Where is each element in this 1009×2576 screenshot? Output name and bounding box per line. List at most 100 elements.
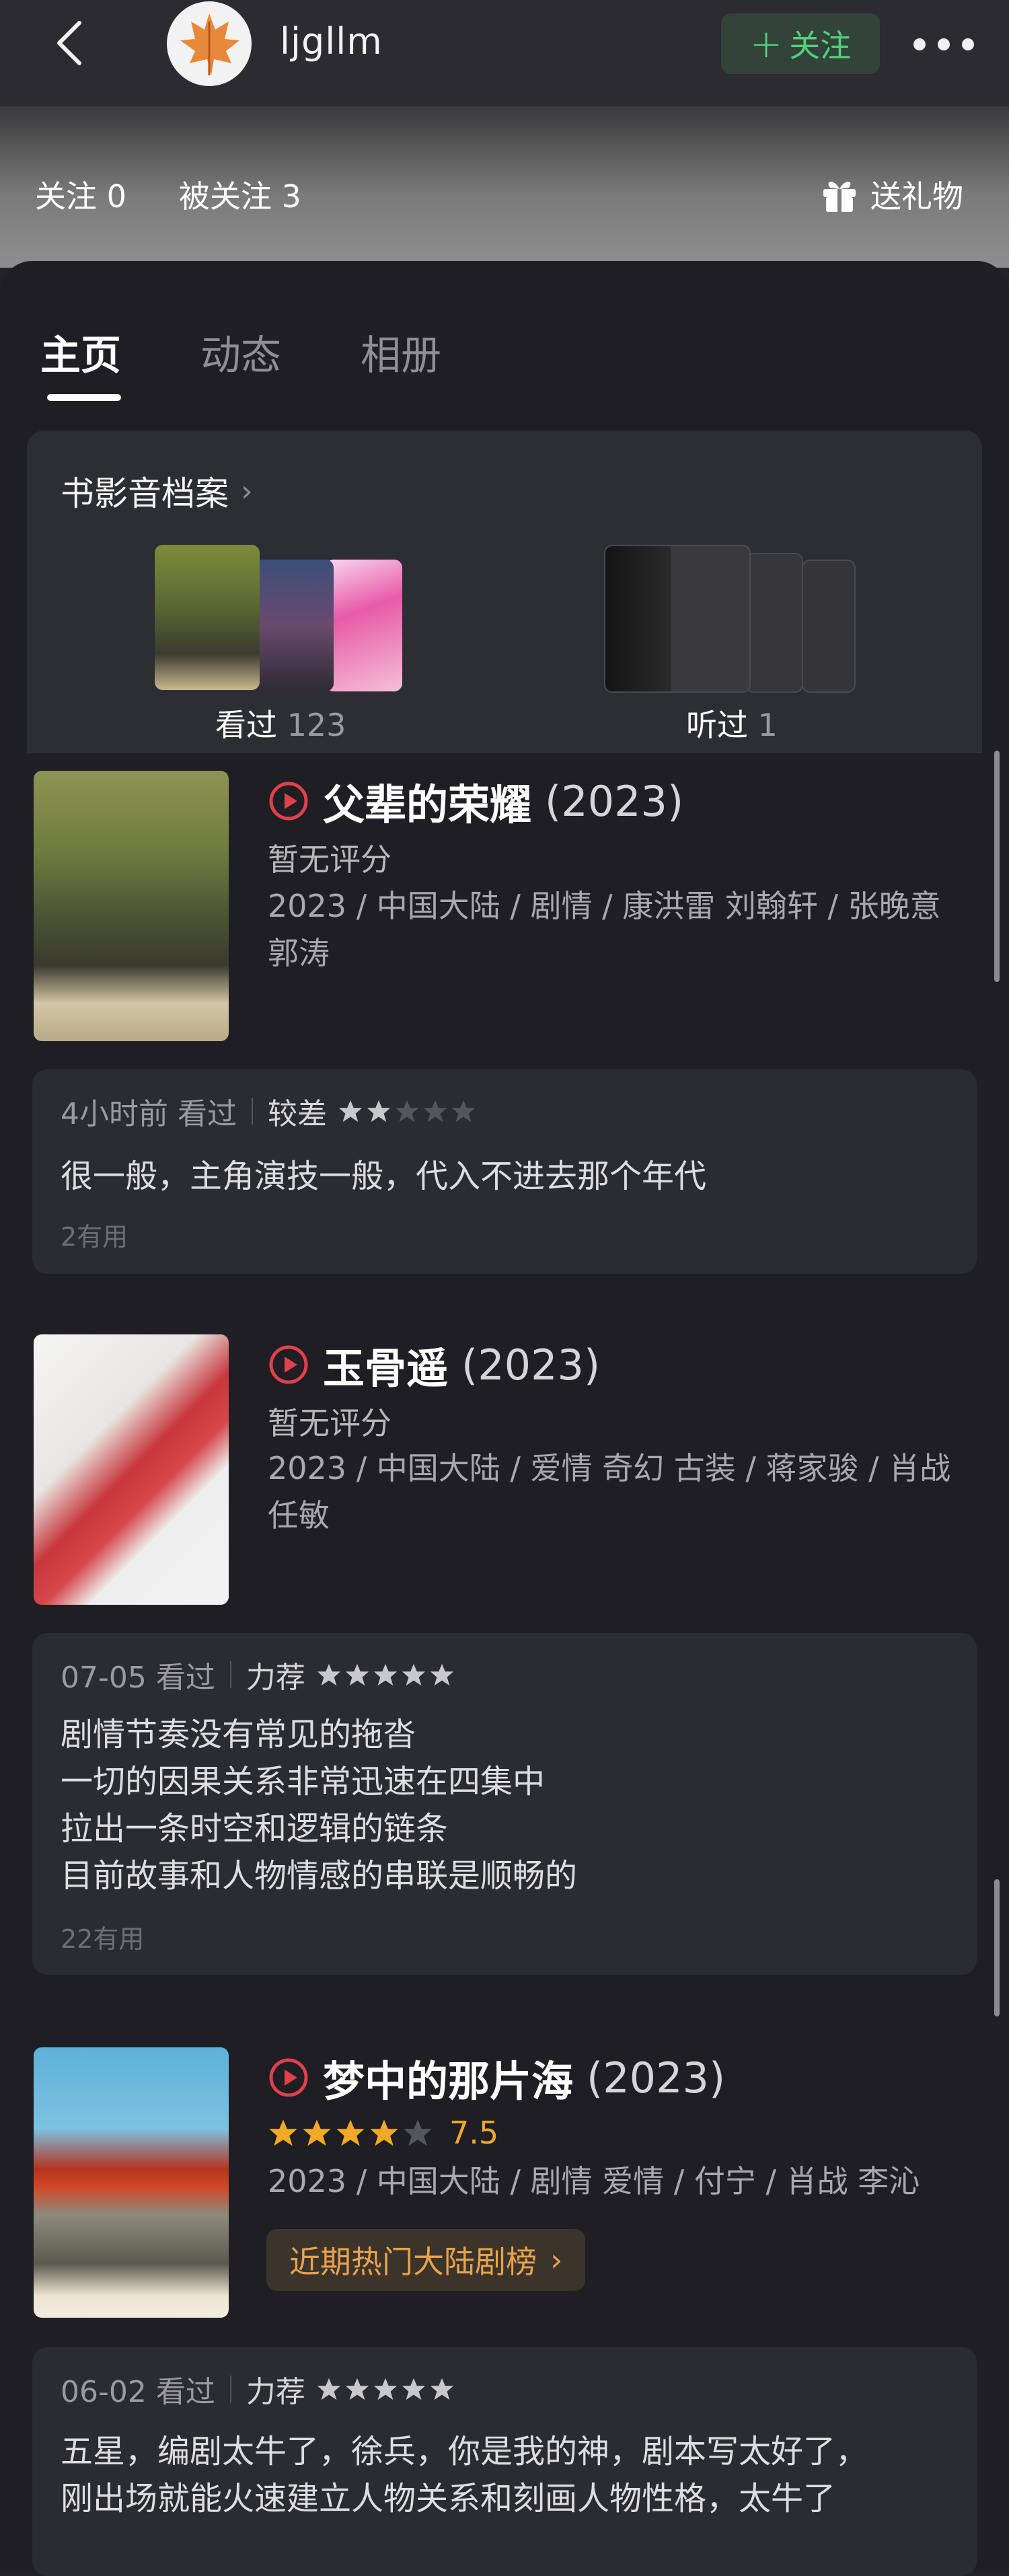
movie-title-row[interactable]: 父辈的荣耀 (2023) [268,771,683,831]
star-icon [430,1663,453,1686]
poster-thumb [254,560,334,691]
star-icon [402,2378,425,2400]
review-stars [316,1662,455,1688]
review-level: 力荐 [246,2375,305,2409]
review-card[interactable]: 06-02 看过 力荐 五星，编剧太牛了，徐兵，你是我的神，剧本写太好了， 刚出… [32,2347,977,2576]
album-thumb [745,553,803,693]
archive-title: 书影音档案 [61,474,229,513]
poster-thumb [155,545,260,690]
follow-label: 关注 [789,28,852,64]
follow-button[interactable]: + 关注 [721,13,880,74]
review-card[interactable]: 07-05 看过 力荐 剧情节奏没有常见的拖沓 一切的因果关系非常迅速在四集中 … [32,1633,977,1975]
star-icon [370,2119,398,2146]
movie-poster[interactable] [34,2047,229,2318]
scrollbar-thumb[interactable] [994,1879,1000,2016]
divider [251,1098,253,1125]
star-icon [345,1663,369,1686]
followers-count[interactable]: 被关注 3 [179,172,301,217]
tab-album[interactable]: 相册 [361,323,441,381]
movie-meta: 2023 / 中国大陆 / 爱情 奇幻 古装 / 蒋家骏 / 肖战 任敏 [268,1450,951,1533]
album-thumb [604,545,751,693]
more-icon[interactable] [913,31,974,58]
chevron-right-icon: › [241,473,253,508]
star-icon [338,1100,363,1123]
listened-label[interactable]: 听过 1 [686,701,778,745]
star-icon [430,2378,453,2400]
review-stars [338,1098,476,1124]
chevron-right-icon: › [550,2242,563,2278]
following-count[interactable]: 关注 0 [35,172,126,217]
star-icon [451,1100,476,1123]
movie-title: 玉骨遥 [323,1344,449,1393]
rating-text: 暂无评分 [268,1405,391,1441]
scrollbar-thumb[interactable] [994,751,1000,982]
follow-stats: 关注 0 被关注 3 [35,172,301,217]
review-level: 力荐 [246,1661,305,1695]
watched-text: 看过 [215,707,277,743]
movie-meta: 2023 / 中国大陆 / 剧情 爱情 / 付宁 / 肖战 李沁 [268,2163,920,2199]
username: ljgllm [280,20,383,63]
review-stars [316,2376,455,2402]
star-icon [367,1100,391,1123]
star-icon [395,1100,419,1123]
album-thumb [802,560,856,693]
review-time: 07-05 看过 [61,1661,215,1695]
star-icon [404,2119,432,2146]
star-icon [423,1100,447,1123]
rating-text: 暂无评分 [268,841,391,878]
rating-score: 7.5 [449,2115,499,2151]
ranking-badge[interactable]: 近期热门大陆剧榜 › [266,2229,586,2291]
movie-title: 梦中的那片海 [323,2057,574,2106]
listened-text: 听过 [686,707,748,743]
tab-home[interactable]: 主页 [40,323,121,401]
tab-activity[interactable]: 动态 [200,323,281,381]
gift-label: 送礼物 [870,178,963,215]
star-icon [317,2378,340,2400]
star-icon [345,2378,369,2400]
star-icon [373,2378,397,2400]
review-text: 剧情节奏没有常见的拖沓 一切的因果关系非常迅速在四集中 拉出一条时空和逻辑的链条… [61,1716,578,1895]
plus-icon: + [749,21,783,67]
ranking-label: 近期热门大陆剧榜 [289,2244,537,2280]
star-icon [402,1663,425,1686]
useful-count[interactable]: 2有用 [61,1216,128,1253]
divider [229,1661,231,1688]
play-icon [269,1345,308,1384]
watched-count: 123 [287,707,346,743]
archive-title-link[interactable]: 书影音档案 › [61,467,253,515]
rating-row: 7.5 [268,2115,498,2151]
movie-meta: 2023 / 中国大陆 / 剧情 / 康洪雷 刘翰轩 / 张晚意 郭涛 [268,888,941,971]
movie-title: 父辈的荣耀 [323,780,532,829]
tab-bar: 主页 动态 相册 [40,323,441,401]
review-time: 4小时前 看过 [61,1097,237,1131]
review-time: 06-02 看过 [61,2375,215,2409]
review-header: 07-05 看过 力荐 [61,1653,455,1696]
send-gift-button[interactable]: 送礼物 [819,172,963,217]
review-text: 五星，编剧太牛了，徐兵，你是我的神，剧本写太好了， 刚出场就能火速建立人物关系和… [61,2433,868,2517]
star-icon [303,2119,331,2146]
review-level: 较差 [267,1097,327,1131]
back-icon[interactable] [47,19,96,67]
play-icon [269,2058,308,2097]
movie-year: (2023) [587,2053,726,2103]
listened-count: 1 [757,707,778,743]
star-icon [317,1663,340,1686]
useful-count[interactable]: 22有用 [61,1918,144,1955]
movie-year: (2023) [461,1340,601,1390]
top-bar: ljgllm + 关注 [0,0,1009,106]
gift-icon [823,182,856,212]
movie-title-row[interactable]: 梦中的那片海 (2023) [268,2047,725,2108]
movie-poster[interactable] [34,771,229,1041]
review-card[interactable]: 4小时前 看过 较差 很一般，主角演技一般，代入不进去那个年代 2有用 [32,1069,977,1274]
star-icon [373,1663,397,1686]
review-header: 06-02 看过 力荐 [61,2367,455,2411]
review-text: 很一般，主角演技一般，代入不进去那个年代 [61,1158,707,1195]
watched-label[interactable]: 看过 123 [215,701,346,745]
avatar[interactable] [167,1,252,86]
play-icon [269,782,308,821]
poster-thumb [326,560,402,691]
review-header: 4小时前 看过 较差 [61,1090,476,1133]
movie-year: (2023) [545,776,684,826]
movie-title-row[interactable]: 玉骨遥 (2023) [268,1334,600,1395]
movie-poster[interactable] [34,1334,229,1605]
